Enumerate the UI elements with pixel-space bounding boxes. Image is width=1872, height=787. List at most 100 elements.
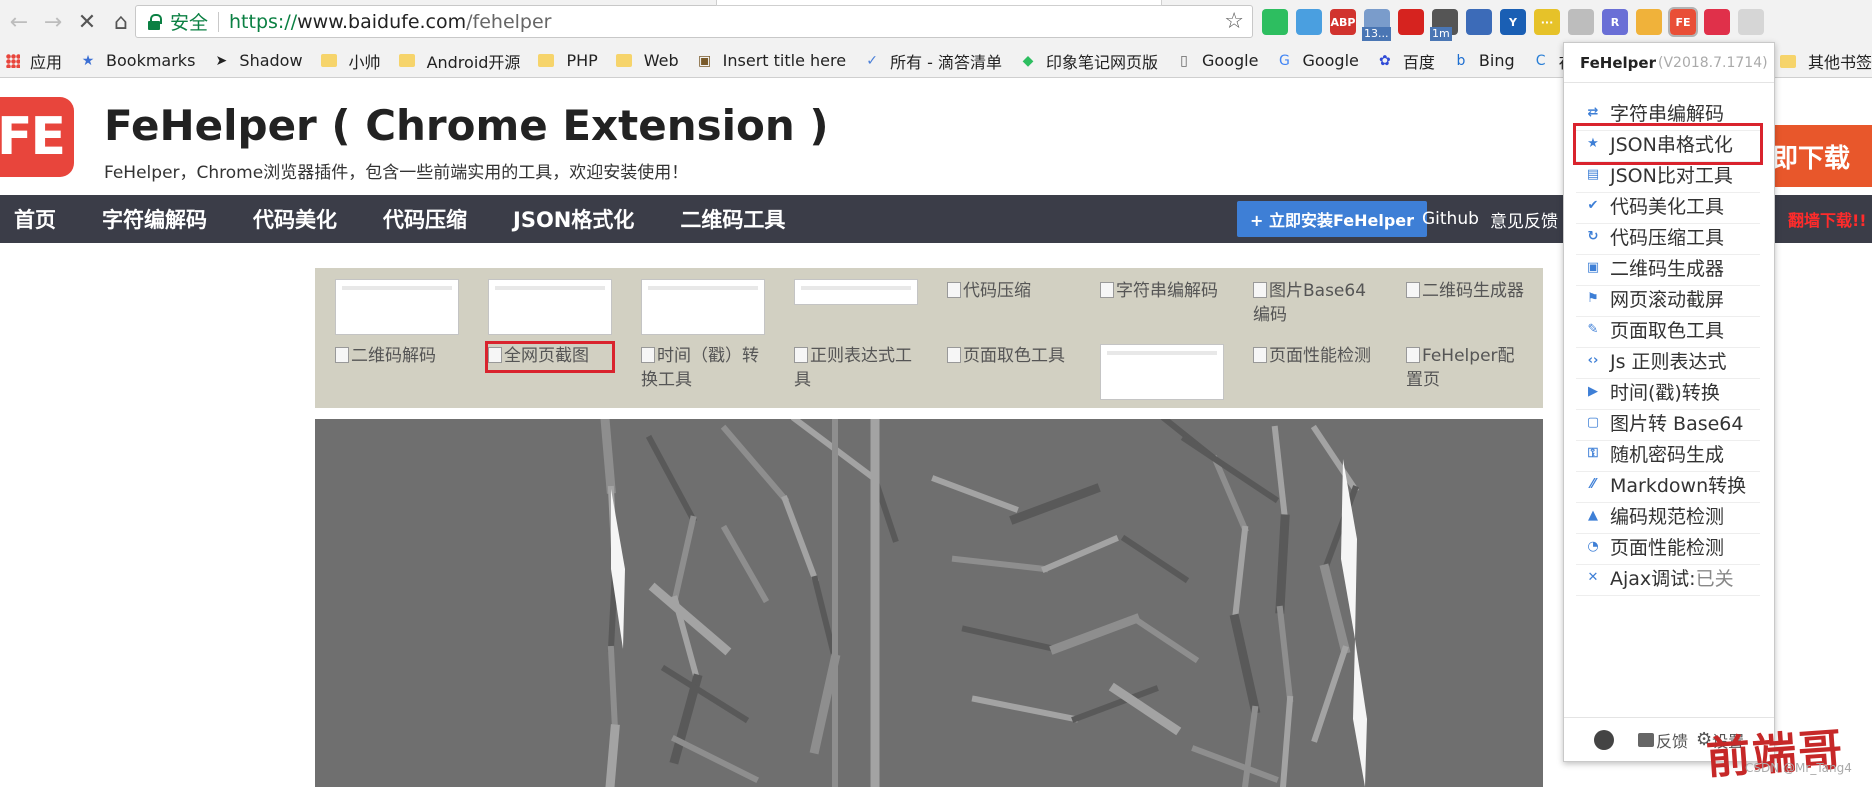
adblock-plus-icon[interactable]: ABP	[1330, 9, 1356, 35]
tool-thumbnail[interactable]	[1100, 344, 1224, 400]
stage-bar	[931, 475, 1019, 513]
thumbnail-image	[794, 279, 918, 305]
stage-wall	[1353, 639, 1367, 787]
nav-item[interactable]: 首页	[14, 204, 56, 234]
tool-thumbnail[interactable]: FeHelper配置页	[1406, 344, 1530, 392]
tool-thumbnail[interactable]	[794, 279, 918, 305]
bookmark-item[interactable]: b Bing	[1453, 51, 1514, 70]
screenshot-thumbnails: 代码压缩 字符串编解码 图片Base64编码 二维码生成器二维码解码 全网页截图 时间（戳…	[315, 268, 1543, 408]
tool-thumbnail[interactable]: 页面性能检测	[1253, 344, 1377, 368]
popup-menu-label: 图片转 Base64	[1610, 413, 1744, 435]
bookmark-item[interactable]: PHP	[538, 51, 598, 70]
feedback-link[interactable]: 意见反馈	[1490, 195, 1558, 243]
r-hex-icon[interactable]: R	[1602, 9, 1628, 35]
bookmark-item[interactable]: ➤ Shadow	[213, 51, 303, 70]
page-title: FeHelper ( Chrome Extension )	[104, 101, 829, 150]
face-icon[interactable]	[1636, 9, 1662, 35]
evernote-icon[interactable]	[1262, 9, 1288, 35]
address-bar[interactable]: 安全 https://www.baidufe.com/fehelper ☆	[135, 5, 1253, 38]
code-icon: ‹›	[1587, 353, 1599, 368]
tool-thumbnail[interactable]: 二维码生成器	[1406, 279, 1530, 303]
star-icon: ★	[1587, 136, 1599, 151]
bookmark-item[interactable]: ★ Bookmarks	[80, 51, 196, 70]
stage-bar	[1310, 424, 1360, 494]
tool-thumbnail[interactable]: 时间（戳）转换工具	[641, 344, 765, 392]
folder-icon	[320, 54, 337, 67]
feedback-button[interactable]: 反馈	[1638, 728, 1688, 752]
stop-loading-icon[interactable]: ✕	[72, 7, 102, 37]
tool-thumbnail[interactable]: 正则表达式工具	[794, 344, 918, 392]
nav-item[interactable]: 二维码工具	[680, 204, 785, 234]
3d-preview-stage	[315, 419, 1543, 787]
popup-menu-label: 时间(戳)转换	[1610, 382, 1720, 404]
bookmark-other[interactable]: 其他书签	[1771, 44, 1872, 77]
stage-bar	[607, 645, 619, 733]
forward-arrow-icon[interactable]: →	[38, 7, 68, 37]
home-icon[interactable]: ⌂	[106, 7, 136, 37]
popup-menu-label: 二维码生成器	[1610, 258, 1725, 280]
tool-thumbnail[interactable]	[488, 279, 612, 335]
fehelper-icon[interactable]: FE	[1668, 7, 1698, 37]
stage-bar	[660, 664, 750, 724]
y-icon[interactable]: Y	[1500, 9, 1526, 35]
popup-menu-label: Ajax调试:	[1610, 568, 1696, 590]
tool-thumbnail[interactable]	[335, 279, 459, 335]
tool-thumbnail[interactable]: 字符串编解码	[1100, 279, 1224, 303]
popup-menu-item[interactable]: ✕ Ajax调试: 已关	[1576, 560, 1760, 596]
thumbnail-alt-text: 页面性能检测	[1269, 346, 1371, 366]
thumbnail-alt-text: 代码压缩	[963, 281, 1031, 301]
broken-image-icon	[488, 347, 502, 363]
github-link[interactable]: Github	[1422, 195, 1479, 243]
bookmark-item[interactable]: ✓ 所有 - 滴答清单	[864, 49, 1002, 73]
broken-image-icon	[1253, 282, 1267, 298]
check-circle-icon[interactable]	[1296, 9, 1322, 35]
bookmark-item[interactable]: 应用	[6, 49, 62, 73]
thumbnail-image	[488, 279, 612, 335]
key-icon: ⚿	[1588, 446, 1598, 461]
page-subtitle: FeHelper，Chrome浏览器插件，包含一些前端实用的工具，欢迎安装使用！	[104, 163, 689, 183]
bookmark-item[interactable]: Android开源	[398, 49, 520, 73]
tool-thumbnail[interactable]: 图片Base64编码	[1253, 279, 1377, 327]
tool-thumbnail[interactable]	[641, 279, 765, 335]
fanqiang-download-link[interactable]: 翻墙下载!!	[1788, 195, 1867, 243]
opera-icon[interactable]	[1398, 9, 1424, 35]
timer-icon[interactable]	[1430, 9, 1458, 41]
tool-thumbnail[interactable]: 二维码解码	[335, 344, 459, 368]
red-app-icon[interactable]	[1704, 9, 1730, 35]
thumbnail-alt-text: 图片Base64编码	[1253, 281, 1367, 325]
stage-bar	[961, 625, 1059, 653]
popup-title: FeHelper	[1580, 53, 1656, 72]
notes-icon[interactable]: ···	[1534, 9, 1560, 35]
bookmark-star-icon[interactable]: ☆	[1224, 9, 1244, 34]
bookmark-item[interactable]: G Google	[1276, 51, 1359, 70]
stage-bar	[670, 734, 760, 784]
nav-item[interactable]: 代码美化	[253, 204, 337, 234]
grey-icon[interactable]	[1738, 9, 1764, 35]
nav-item[interactable]: 代码压缩	[383, 204, 467, 234]
bookmark-item[interactable]: 小帅	[320, 49, 381, 73]
back-arrow-icon[interactable]: ←	[4, 7, 34, 37]
bookmark-item[interactable]: ▣ Insert title here	[697, 51, 846, 70]
thumbnail-alt-text: FeHelper配置页	[1406, 346, 1515, 390]
github-icon[interactable]	[1594, 729, 1614, 750]
weather-icon[interactable]	[1362, 9, 1391, 41]
image-icon: ▢	[1586, 415, 1600, 430]
close-icon: ✕	[1587, 570, 1599, 585]
bookmark-item[interactable]: ✿ 百度	[1377, 49, 1435, 73]
install-fehelper-button[interactable]: + 立即安装FeHelper	[1237, 201, 1428, 237]
popup-menu-label: 页面取色工具	[1610, 320, 1725, 342]
bookmark-item[interactable]: ◆ 印象笔记网页版	[1020, 49, 1158, 73]
tree-icon[interactable]	[1568, 9, 1594, 35]
extension-bar: ABP Y ··· R FE	[1262, 6, 1764, 41]
globe-icon[interactable]	[1466, 9, 1492, 35]
bookmark-item[interactable]: Web	[615, 51, 679, 70]
bookmark-item[interactable]: ▯ Google	[1176, 51, 1258, 70]
url-host: www.baidufe.com	[297, 10, 467, 33]
nav-item[interactable]: 字符编解码	[102, 204, 207, 234]
tool-thumbnail[interactable]: 代码压缩	[947, 279, 1071, 303]
tool-thumbnail[interactable]: 全网页截图	[485, 341, 615, 373]
tool-thumbnail[interactable]: 页面取色工具	[947, 344, 1071, 368]
nav-item[interactable]: JSON格式化	[513, 204, 634, 234]
fehelper-popup: FeHelper (V2018.7.1714) ⇄ 字符串编解码 ★ JSON串格式化…	[1563, 42, 1775, 762]
stage-bar	[1311, 645, 1349, 743]
